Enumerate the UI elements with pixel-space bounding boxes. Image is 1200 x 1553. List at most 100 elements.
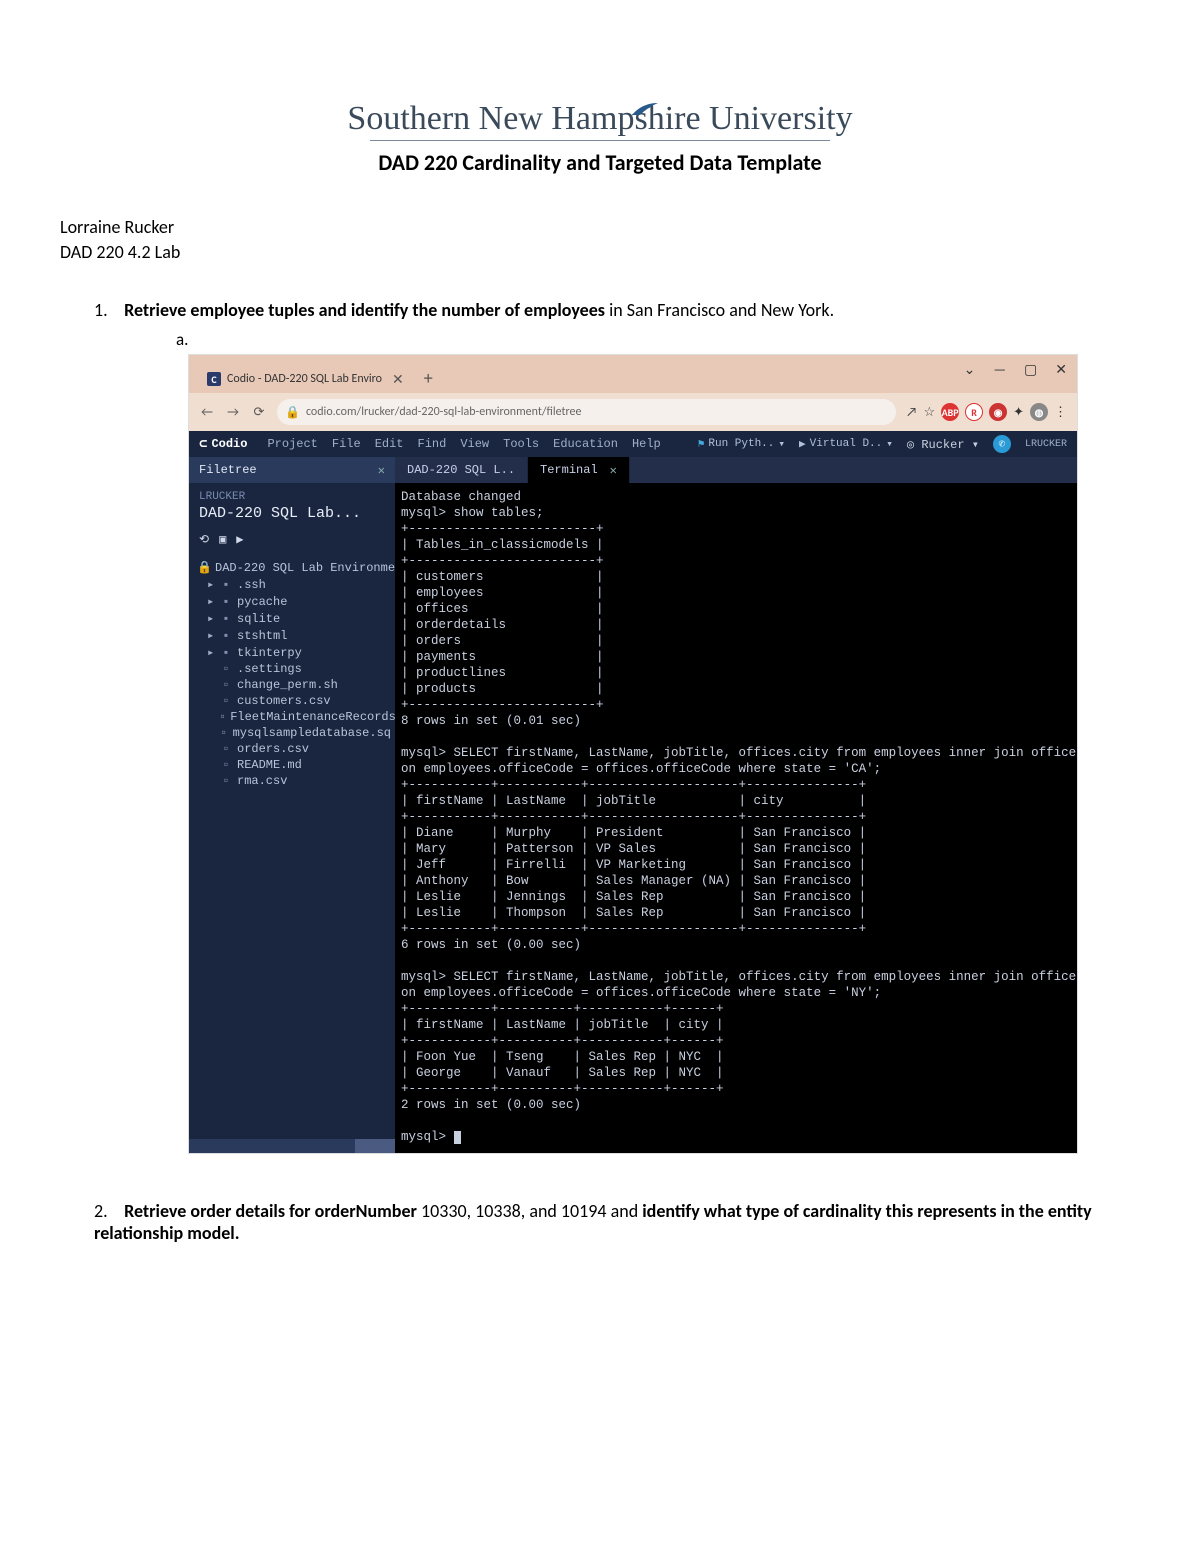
menu-find[interactable]: Find [418, 437, 447, 451]
ide-sidebar: Filetree ✕ LRUCKER DAD-220 SQL Lab... ⟲ … [189, 457, 395, 1153]
user-menu[interactable]: ◎ Rucker ▾ [907, 437, 979, 452]
tree-file[interactable]: ▫rma.csv [197, 773, 391, 789]
project-header: LRUCKER DAD-220 SQL Lab... [189, 483, 395, 528]
tree-folder[interactable]: ▸▪stshtml [197, 627, 391, 644]
q1-number: 1. [94, 299, 120, 321]
extension-icons: ↗ ☆ ABP R ◉ ✦ ◍ ⋮ [906, 403, 1067, 421]
refresh-icon[interactable]: ⟲ [199, 532, 209, 547]
university-logo: Southern New Hampshire University [60, 100, 1140, 141]
file-icon: ▫ [219, 758, 233, 772]
profile-icon[interactable]: ◍ [1030, 403, 1048, 421]
student-name: Lorraine Rucker [60, 216, 1140, 238]
menu-edit[interactable]: Edit [375, 437, 404, 451]
virtual-desktop-button[interactable]: ▶Virtual D.. ▾ [799, 437, 893, 451]
q2-mid: 10330, 10338, and 10194 and [417, 1200, 642, 1222]
run-icon[interactable]: ▶ [236, 532, 243, 547]
close-icon[interactable]: ✕ [610, 463, 617, 478]
document-title: DAD 220 Cardinality and Targeted Data Te… [60, 149, 1140, 176]
close-icon[interactable]: ✕ [392, 371, 404, 388]
editor-pane: DAD-220 SQL L.. Terminal✕ Database chang… [395, 457, 1077, 1153]
tree-folder[interactable]: ▸▪.ssh [197, 576, 391, 593]
logo-underline [370, 140, 830, 141]
rakuten-icon[interactable]: R [965, 403, 983, 421]
codio-screenshot: C Codio - DAD-220 SQL Lab Enviro ✕ + ⌄ —… [188, 354, 1078, 1154]
menu-tools[interactable]: Tools [503, 437, 539, 451]
tree-folder[interactable]: ▸▪tkinterpy [197, 644, 391, 661]
file-icon: ▫ [219, 774, 233, 788]
tree-folder[interactable]: ▸▪pycache [197, 593, 391, 610]
menu-view[interactable]: View [460, 437, 489, 451]
reload-icon[interactable]: ⟳ [251, 405, 267, 420]
adblock-icon[interactable]: ABP [941, 403, 959, 421]
file-icon: ▫ [219, 710, 226, 724]
forward-icon[interactable]: → [225, 405, 241, 420]
editor-tab-terminal[interactable]: Terminal✕ [528, 457, 630, 483]
share-icon[interactable]: ↗ [906, 405, 917, 420]
tree-file[interactable]: ▫README.md [197, 757, 391, 773]
q1-bold: Retrieve employee tuples and identify th… [124, 299, 605, 321]
q2-bold1: Retrieve order details for orderNumber [124, 1200, 417, 1222]
project-name: DAD-220 SQL Lab... [199, 505, 385, 522]
course-code: DAD 220 4.2 Lab [60, 241, 1140, 263]
window-minimize-icon[interactable]: — [993, 361, 1006, 378]
address-bar[interactable]: 🔒 codio.com/lrucker/dad-220-sql-lab-envi… [277, 399, 896, 425]
menu-file[interactable]: File [332, 437, 361, 451]
leaf-icon [630, 90, 660, 128]
tree-root[interactable]: 🔒DAD-220 SQL Lab Environment [197, 559, 391, 576]
codio-ide: ⊂Codio Project File Edit Find View Tools… [189, 431, 1077, 1153]
file-icon: ▫ [219, 678, 233, 692]
ide-menubar: ⊂Codio Project File Edit Find View Tools… [189, 431, 1077, 457]
tree-file[interactable]: ▫customers.csv [197, 693, 391, 709]
folder-icon: ▪ [219, 595, 233, 609]
user-badge: LRUCKER [1025, 439, 1067, 450]
tree-file[interactable]: ▫orders.csv [197, 741, 391, 757]
folder-icon: ▪ [219, 578, 233, 592]
menu-help[interactable]: Help [632, 437, 661, 451]
file-icon: ▫ [219, 694, 233, 708]
run-python-button[interactable]: ⚑Run Pyth.. ▾ [698, 437, 785, 451]
file-tree: 🔒DAD-220 SQL Lab Environment ▸▪.ssh ▸▪py… [189, 553, 395, 799]
codio-favicon-icon: C [207, 372, 221, 386]
tree-file[interactable]: ▫change_perm.sh [197, 677, 391, 693]
sidebar-scrollbar[interactable] [189, 1139, 395, 1153]
question-1: 1. Retrieve employee tuples and identify… [94, 299, 1140, 321]
browser-tab[interactable]: C Codio - DAD-220 SQL Lab Enviro ✕ [197, 365, 414, 393]
project-owner: LRUCKER [199, 491, 385, 503]
lock-icon: 🔒 [285, 405, 300, 420]
tree-file[interactable]: ▫.settings [197, 661, 391, 677]
new-tab-button[interactable]: + [424, 367, 433, 389]
editor-tab-sql[interactable]: DAD-220 SQL L.. [395, 457, 528, 483]
menu-education[interactable]: Education [553, 437, 618, 451]
tree-folder[interactable]: ▸▪sqlite [197, 610, 391, 627]
menu-dots-icon[interactable]: ⋮ [1054, 405, 1067, 420]
tree-file[interactable]: ▫mysqlsampledatabase.sq [197, 725, 391, 741]
window-maximize-icon[interactable]: ▢ [1024, 361, 1037, 378]
play-icon[interactable]: ▣ [219, 532, 226, 547]
file-icon: ▫ [219, 726, 229, 740]
window-close-icon[interactable]: ✕ [1055, 361, 1067, 378]
call-icon[interactable]: ✆ [993, 435, 1011, 453]
lock-icon: 🔒 [197, 560, 211, 575]
window-settings-icon[interactable]: ⌄ [964, 361, 976, 378]
terminal-output[interactable]: Database changed mysql> show tables; +--… [395, 483, 1077, 1153]
sidebar-tab-filetree[interactable]: Filetree ✕ [189, 457, 395, 483]
codio-brand[interactable]: ⊂Codio [199, 436, 247, 453]
puzzle-icon[interactable]: ✦ [1013, 405, 1024, 420]
folder-icon: ▪ [219, 646, 233, 660]
editor-tabs: DAD-220 SQL L.. Terminal✕ [395, 457, 1077, 483]
close-icon[interactable]: ✕ [378, 463, 385, 478]
browser-toolbar: ← → ⟳ 🔒 codio.com/lrucker/dad-220-sql-la… [189, 393, 1077, 431]
question-2: 2. Retrieve order details for orderNumbe… [94, 1200, 1140, 1244]
menu-project[interactable]: Project [267, 437, 317, 451]
q1-sub-a: a. [176, 329, 1140, 350]
file-icon: ▫ [219, 742, 233, 756]
tree-file[interactable]: ▫FleetMaintenanceRecords.cs [197, 709, 391, 725]
folder-icon: ▪ [219, 612, 233, 626]
browser-tab-strip: C Codio - DAD-220 SQL Lab Enviro ✕ + ⌄ —… [189, 355, 1077, 393]
back-icon[interactable]: ← [199, 405, 215, 420]
q1-rest: in San Francisco and New York. [605, 299, 834, 321]
tab-title: Codio - DAD-220 SQL Lab Enviro [227, 372, 382, 386]
red-ext-icon[interactable]: ◉ [989, 403, 1007, 421]
star-icon[interactable]: ☆ [923, 405, 935, 420]
file-icon: ▫ [219, 662, 233, 676]
